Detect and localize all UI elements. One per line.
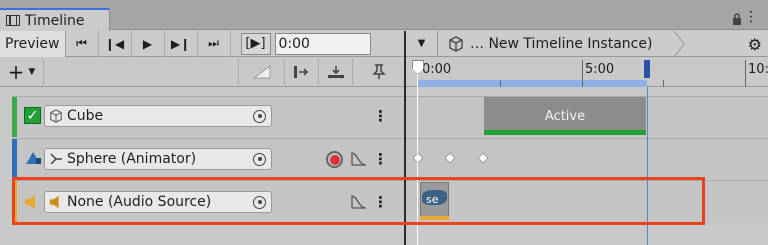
- ripple-icon: [293, 66, 308, 78]
- ruler-tick: [500, 80, 501, 87]
- play-range-button[interactable]: [▶]: [240, 32, 271, 55]
- next-frame-button[interactable]: ▶❙: [165, 30, 198, 57]
- highlight-annotation: [12, 177, 705, 225]
- cube-icon: [449, 35, 463, 52]
- breadcrumb-label: … New Timeline Instance): [470, 35, 653, 52]
- track-list-empty-area: [12, 223, 404, 245]
- binding-label: Cube: [67, 108, 104, 124]
- left-gutter: [0, 87, 12, 245]
- ripple-mode-button[interactable]: [284, 59, 318, 85]
- mix-mode-icon: [252, 65, 270, 79]
- lock-icon[interactable]: [732, 13, 742, 25]
- play-button[interactable]: ▶: [132, 30, 165, 57]
- binding-label: Sphere (Animator): [67, 151, 197, 167]
- record-button[interactable]: [326, 151, 343, 168]
- object-picker-icon[interactable]: [253, 152, 266, 166]
- track-row-sphere[interactable]: Sphere (Animator) ⋮: [12, 138, 404, 179]
- preview-button[interactable]: Preview: [0, 30, 66, 57]
- binding-field[interactable]: Cube: [44, 105, 272, 127]
- go-to-end-button[interactable]: ⏭: [198, 30, 231, 57]
- track-menu-icon[interactable]: ⋮: [373, 150, 388, 168]
- snap-button[interactable]: [352, 59, 404, 85]
- clip-label: Active: [544, 108, 586, 124]
- dropdown-arrow-icon: ▼: [28, 67, 36, 77]
- replace-icon: [327, 66, 344, 78]
- track-active-checkbox[interactable]: ✓: [24, 107, 41, 124]
- animator-icon: [50, 153, 62, 165]
- clip-edit-mode-button[interactable]: [238, 59, 284, 85]
- timeline-selector-dropdown[interactable]: ▼: [406, 30, 438, 57]
- timeline-tab[interactable]: Timeline: [0, 8, 110, 31]
- current-time-field[interactable]: 0:00: [274, 32, 371, 55]
- end-marker[interactable]: [644, 60, 650, 78]
- timeline-header: ▼ … New Timeline Instance): [406, 30, 768, 57]
- add-label: +: [7, 60, 25, 84]
- track-menu-icon[interactable]: ⋮: [373, 107, 388, 125]
- pin-icon: [371, 64, 386, 79]
- window-menu-icon[interactable]: ⋮: [744, 10, 758, 24]
- ruler-tick: [582, 60, 583, 87]
- timeline-icon: [6, 15, 20, 26]
- timeline-duration-bar: [418, 80, 647, 87]
- tab-title: Timeline: [25, 12, 85, 29]
- top-strip: [0, 0, 768, 8]
- animation-track-icon: [26, 152, 41, 164]
- track-color-bar: [12, 97, 17, 137]
- tab-bar: [0, 8, 768, 30]
- track-color-bar: [12, 139, 17, 179]
- replace-mode-button[interactable]: [318, 59, 352, 85]
- previous-frame-button[interactable]: ❙◀: [99, 30, 132, 57]
- record-icon: [329, 154, 340, 165]
- clip-color-bar: [484, 130, 646, 135]
- breadcrumb[interactable]: … New Timeline Instance): [438, 31, 652, 57]
- breadcrumb-arrow-icon: [673, 31, 685, 57]
- go-to-start-button[interactable]: ⏮: [66, 30, 99, 57]
- cube-icon: [50, 109, 62, 123]
- curves-icon[interactable]: [351, 152, 367, 166]
- clip-lane-sphere[interactable]: [406, 138, 768, 179]
- lane-empty-area: [406, 223, 768, 245]
- triangle-down-icon: ▼: [417, 38, 426, 49]
- object-picker-icon[interactable]: [253, 109, 266, 123]
- tick-label: 10:: [748, 62, 768, 77]
- tick-label: 5:00: [585, 62, 615, 77]
- track-row-cube[interactable]: ✓ Cube ⋮: [12, 96, 404, 137]
- ruler-tick: [663, 80, 664, 87]
- ruler-tick: [745, 60, 746, 87]
- binding-field[interactable]: Sphere (Animator): [44, 148, 272, 170]
- gear-icon[interactable]: ⚙: [748, 35, 762, 54]
- playback-toolbar: Preview ⏮ ❙◀ ▶ ▶❙ ⏭ [▶] 0:00: [0, 30, 406, 57]
- tick-label: 0:00: [422, 62, 452, 77]
- track-toolbar: + ▼: [0, 58, 404, 87]
- add-track-button[interactable]: + ▼: [0, 59, 44, 85]
